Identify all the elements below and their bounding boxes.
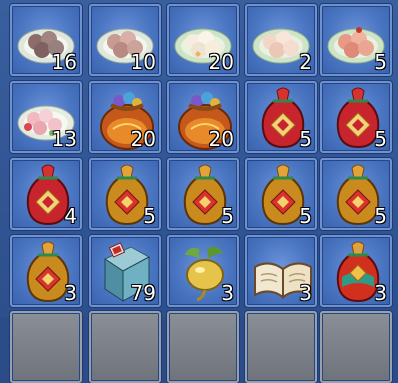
inventory-slot[interactable]: 5 [89,158,161,230]
inventory-slot[interactable]: 79 [89,235,161,307]
inventory-slot-empty[interactable] [89,311,161,383]
item-count: 5 [143,204,156,228]
inventory-slot[interactable]: 4 [10,158,82,230]
inventory-grid: 16 10 20 2 5 13 20 20 5 5 4 5 5 5 5 3 79… [0,0,398,383]
item-count: 4 [64,204,77,228]
item-count: 2 [299,50,312,74]
inventory-slot-empty[interactable] [10,311,82,383]
item-count: 16 [51,50,77,74]
inventory-slot[interactable]: 5 [320,4,392,76]
inventory-slot[interactable]: 20 [89,81,161,153]
inventory-slot[interactable]: 5 [167,158,239,230]
item-count: 3 [64,281,77,305]
item-count: 13 [51,127,77,151]
item-count: 20 [208,127,234,151]
item-count: 5 [299,204,312,228]
inventory-slot[interactable]: 20 [167,4,239,76]
inventory-slot[interactable]: 10 [89,4,161,76]
inventory-slot[interactable]: 2 [245,4,317,76]
inventory-slot[interactable]: 5 [245,158,317,230]
inventory-slot[interactable]: 20 [167,81,239,153]
item-count: 10 [130,50,156,74]
item-count: 3 [374,281,387,305]
inventory-slot-empty[interactable] [245,311,317,383]
inventory-slot[interactable]: 5 [245,81,317,153]
item-count: 5 [374,127,387,151]
inventory-slot[interactable]: 3 [167,235,239,307]
inventory-slot[interactable]: 5 [320,81,392,153]
inventory-slot[interactable]: 13 [10,81,82,153]
item-count: 20 [208,50,234,74]
item-count: 79 [130,281,156,305]
inventory-slot[interactable]: 3 [10,235,82,307]
item-count: 3 [299,281,312,305]
item-count: 3 [221,281,234,305]
inventory-slot[interactable]: 3 [245,235,317,307]
inventory-slot-empty[interactable] [320,311,392,383]
inventory-slot[interactable]: 16 [10,4,82,76]
inventory-slot-empty[interactable] [167,311,239,383]
item-count: 5 [299,127,312,151]
inventory-slot[interactable]: 3 [320,235,392,307]
item-count: 5 [221,204,234,228]
item-count: 5 [374,204,387,228]
inventory-slot[interactable]: 5 [320,158,392,230]
item-count: 20 [130,127,156,151]
item-count: 5 [374,50,387,74]
